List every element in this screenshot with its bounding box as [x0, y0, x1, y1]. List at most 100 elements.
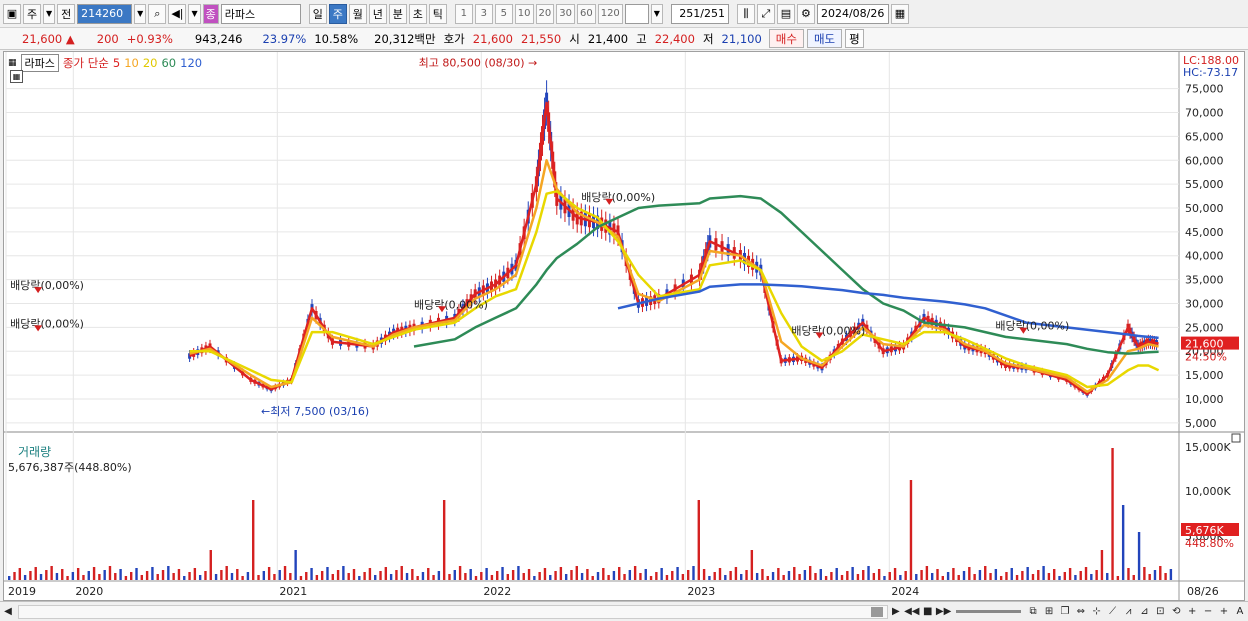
stock-name-field[interactable]: 라파스	[220, 3, 301, 24]
volume-bar	[1074, 575, 1077, 580]
ma-line-5[interactable]	[189, 101, 1159, 396]
zoom-out-icon[interactable]: −	[1200, 605, 1216, 619]
line-tool-icon[interactable]: ⟋	[1105, 605, 1121, 619]
legend-ma-60[interactable]: 60	[161, 56, 176, 70]
interval-button-30[interactable]: 30	[556, 3, 575, 24]
period-week-button[interactable]: 주	[328, 3, 347, 24]
font-size-icon[interactable]: A	[1232, 605, 1248, 619]
dropdown-icon[interactable]: ▼	[188, 3, 201, 24]
period-year-button[interactable]: 년	[368, 3, 387, 24]
rewind-icon[interactable]: ◀◀	[904, 605, 920, 619]
scroll-thumb[interactable]	[870, 606, 883, 617]
volume-bar	[289, 573, 292, 580]
interval-button-10[interactable]: 10	[514, 3, 534, 24]
custom-interval-input[interactable]	[624, 3, 649, 24]
volume-bar	[527, 569, 531, 580]
data-count-input[interactable]: 251/251	[670, 3, 729, 24]
period-type-select[interactable]: 주	[23, 3, 41, 24]
horizontal-scrollbar[interactable]	[17, 604, 888, 619]
play-icon[interactable]: ▶	[888, 605, 904, 619]
fast-forward-icon[interactable]: ▶▶	[936, 605, 952, 619]
volume-bar	[761, 569, 764, 580]
volume-bar	[294, 550, 297, 580]
chart-tools-icon[interactable]: ▦	[10, 70, 23, 83]
candle-type-icon[interactable]: ⫼	[736, 3, 755, 24]
interval-button-120[interactable]: 120	[597, 3, 623, 24]
volume-bar	[549, 575, 552, 580]
volume-axis-label: 10,000K	[1185, 485, 1231, 498]
sound-icon[interactable]: ◀|	[168, 3, 187, 24]
copy-icon[interactable]: ⧉	[1025, 605, 1041, 619]
legend-stock-tag[interactable]: 라파스	[20, 54, 59, 72]
interval-button-20[interactable]: 20	[535, 3, 555, 24]
volume-bar	[564, 574, 568, 580]
period-month-button[interactable]: 월	[348, 3, 367, 24]
dividend-annotation: 배당락(0,00%)	[791, 325, 865, 338]
interval-button-3[interactable]: 3	[474, 3, 493, 24]
scroll-left-icon[interactable]: ◀	[0, 605, 16, 619]
volume-bar	[946, 572, 950, 580]
screenshot-icon[interactable]: ⊡	[1152, 605, 1168, 619]
current-pct-tag: 24.50%	[1185, 351, 1227, 364]
volume-bar	[506, 574, 510, 580]
volume-bar	[13, 572, 16, 580]
measure-icon[interactable]: ⊿	[1137, 605, 1153, 619]
stop-icon[interactable]: ■	[920, 605, 936, 619]
volume-bar	[257, 575, 260, 580]
price-chart-svg[interactable]: 5,00010,00015,00020,00025,00030,00035,00…	[4, 52, 1244, 600]
volume-bar	[55, 573, 59, 580]
draw-tool-icon[interactable]: ⤢	[756, 3, 775, 24]
volume-bar	[347, 573, 350, 580]
save-icon[interactable]: ▤	[776, 3, 795, 24]
dividend-annotation: 배당락(0,00%)	[10, 317, 84, 330]
volume-bar	[236, 569, 239, 580]
period-day-button[interactable]: 일	[308, 3, 327, 24]
volume-bar	[1090, 574, 1093, 580]
zoom-in-icon[interactable]: +	[1184, 605, 1200, 619]
volume-bar	[1026, 567, 1029, 580]
period-second-button[interactable]: 초	[408, 3, 427, 24]
volume-bar	[676, 567, 679, 580]
trend-tool-icon[interactable]: ⩘	[1121, 605, 1137, 619]
window-icon[interactable]: ❐	[1057, 605, 1073, 619]
interval-button-5[interactable]: 5	[494, 3, 513, 24]
layout-icon[interactable]: ⊞	[1041, 605, 1057, 619]
calendar-icon[interactable]: ▦	[890, 3, 909, 24]
volume-close-icon[interactable]	[1231, 433, 1241, 443]
interval-button-1[interactable]: 1	[454, 3, 473, 24]
period-minute-button[interactable]: 분	[388, 3, 407, 24]
search-icon[interactable]: ⌕	[148, 3, 167, 24]
date-input[interactable]: 2024/08/26	[816, 3, 889, 24]
ma-line-10[interactable]	[189, 159, 1159, 394]
y-tick-label: 45,000	[1185, 226, 1224, 239]
zoom-slider[interactable]	[955, 610, 1022, 613]
sync-icon[interactable]: ⟲	[1168, 605, 1184, 619]
prev-button[interactable]: 전	[57, 3, 76, 24]
period-tick-button[interactable]: 틱	[428, 3, 447, 24]
buy-button[interactable]: 매수	[768, 29, 804, 48]
legend-ma-20[interactable]: 20	[143, 56, 158, 70]
eval-button[interactable]: 평	[845, 29, 864, 48]
sell-button[interactable]: 매도	[806, 29, 843, 48]
interval-dropdown-icon[interactable]: ▼	[650, 3, 663, 24]
volume-bar	[994, 569, 998, 580]
chart-panel[interactable]: 5,000 10,000 15,000 20,000 25,000 30,000 35,00…	[3, 51, 1245, 601]
window-menu-icon[interactable]: ▣	[3, 3, 21, 24]
legend-ma-5[interactable]: 5	[113, 56, 120, 70]
volume-bar	[909, 480, 913, 580]
expand-icon[interactable]: +	[1216, 605, 1232, 619]
legend-ma-120[interactable]: 120	[180, 56, 202, 70]
fit-icon[interactable]: ⇔	[1073, 605, 1089, 619]
chevron-down-icon[interactable]: ▼	[43, 3, 56, 24]
volume-bar	[920, 570, 923, 580]
ma-line-120[interactable]	[617, 283, 1159, 340]
volume-bar	[66, 576, 69, 580]
crosshair-icon[interactable]: ⊹	[1089, 605, 1105, 619]
legend-ma-10[interactable]: 10	[124, 56, 139, 70]
interval-button-60[interactable]: 60	[576, 3, 596, 24]
code-dropdown-icon[interactable]: ▼	[134, 3, 147, 24]
volume-bar	[570, 570, 573, 580]
stock-code-input[interactable]: 214260	[77, 3, 133, 24]
volume-bar	[665, 575, 669, 580]
settings-gear-icon[interactable]: ⚙	[796, 3, 815, 24]
